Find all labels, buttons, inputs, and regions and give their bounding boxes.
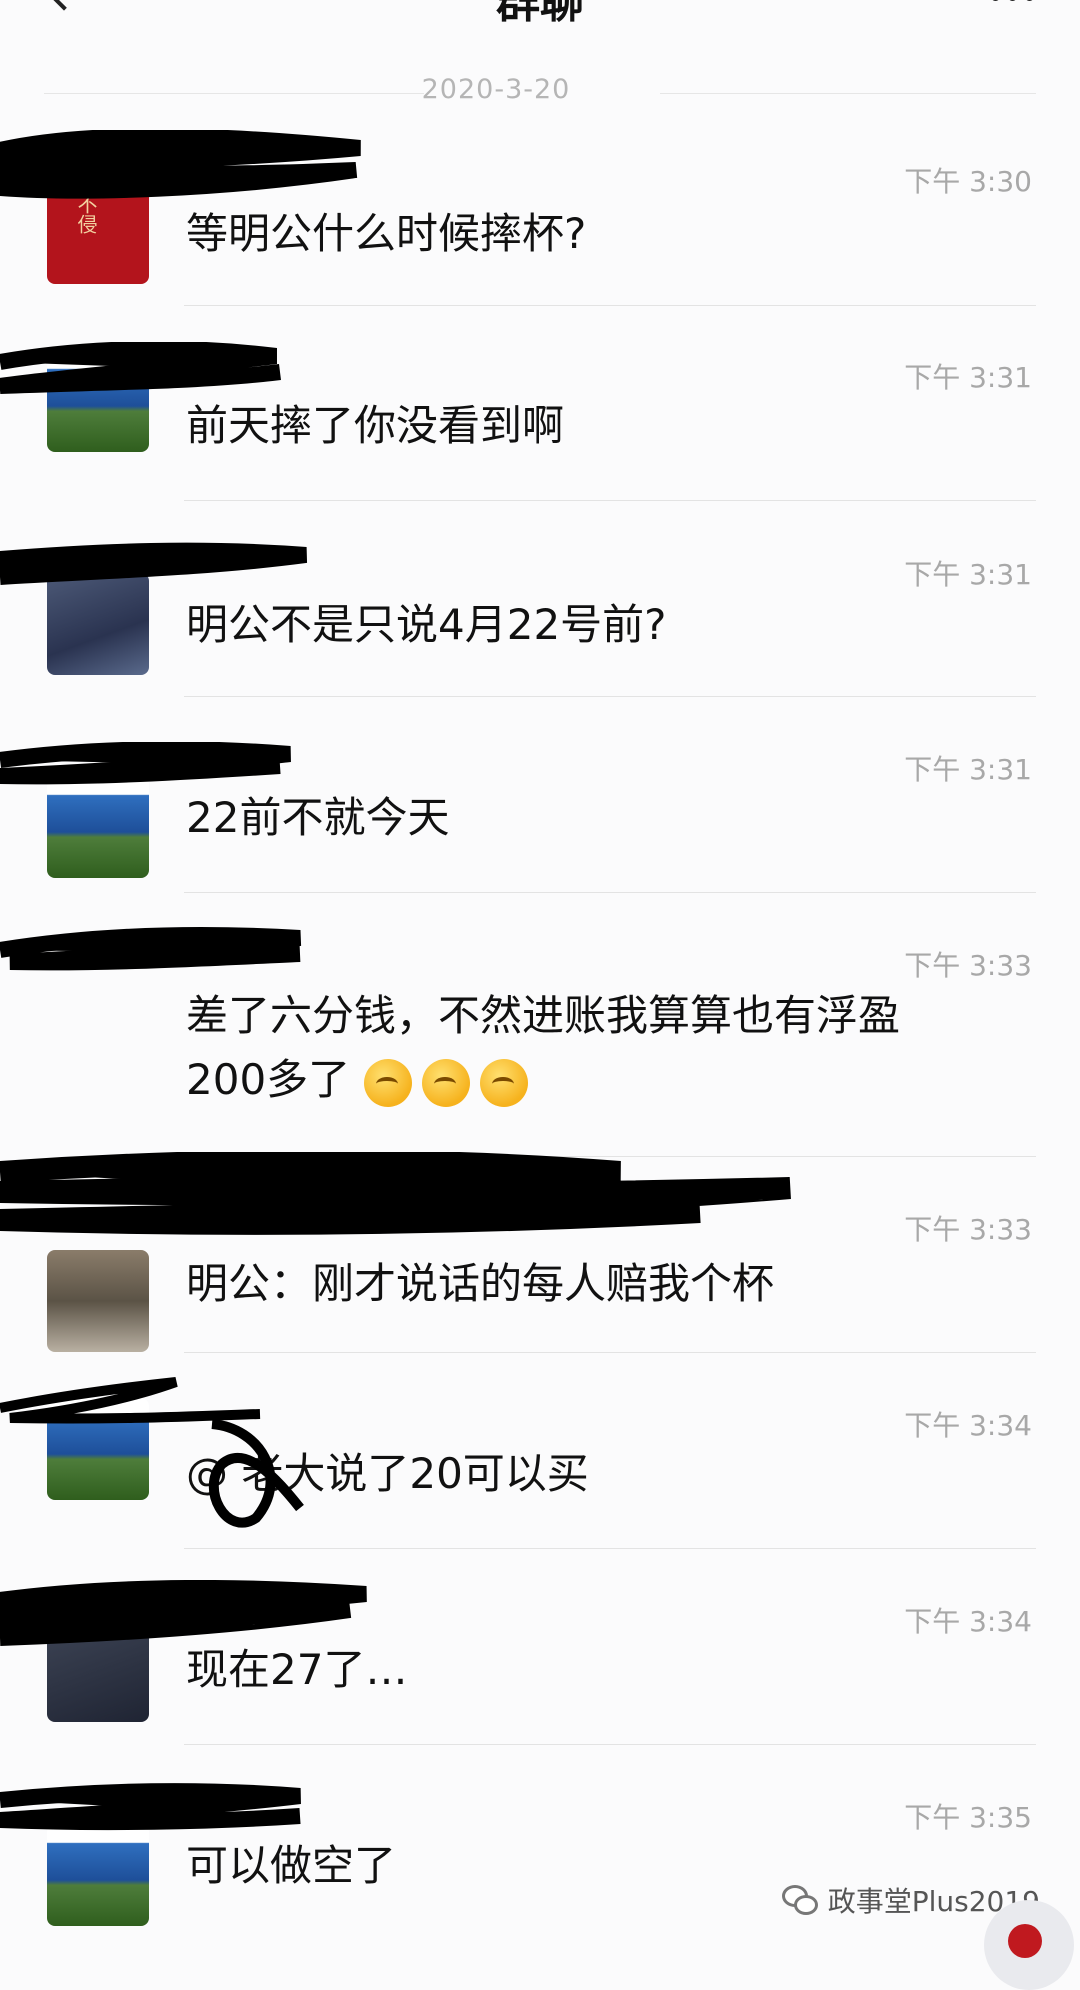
message-time: 下午 3:30 xyxy=(904,165,1032,198)
message-text: 明公不是只说4月22号前? xyxy=(186,600,667,649)
divider xyxy=(184,1548,1036,1549)
date-divider-text: 2020-3-20 xyxy=(421,74,571,105)
message-text: 差了六分钱，不然进账我算算也有浮盈 200多了 xyxy=(186,984,1016,1112)
message-time: 下午 3:31 xyxy=(904,558,1032,591)
divider xyxy=(184,892,1036,893)
message-text: 22前不就今天 xyxy=(186,793,450,842)
thinking-emoji-icon xyxy=(479,1058,528,1107)
redaction-scribble xyxy=(0,1152,791,1235)
redaction-scribble xyxy=(0,926,302,971)
more-options-icon[interactable] xyxy=(991,0,1034,1)
chat-message[interactable]: 下午 3:35 可以做空了 xyxy=(0,1776,1080,1971)
chat-message[interactable]: 下午 3:33 差了六分钱，不然进账我算算也有浮盈 200多了 xyxy=(0,924,1080,1154)
divider xyxy=(184,305,1036,306)
chat-message[interactable]: 下午 3:34 @ 老大说了20可以买 xyxy=(0,1377,1080,1579)
message-time: 下午 3:34 xyxy=(904,1605,1032,1638)
message-time: 下午 3:35 xyxy=(904,1801,1032,1834)
redaction-scribble xyxy=(0,542,308,585)
message-time: 下午 3:33 xyxy=(904,949,1032,982)
message-time: 下午 3:33 xyxy=(904,1213,1032,1246)
divider xyxy=(184,500,1036,501)
chat-message[interactable]: 下午 3:31 明公不是只说4月22号前? xyxy=(0,533,1080,728)
message-text: 等明公什么时候摔杯? xyxy=(186,209,587,258)
message-time: 下午 3:31 xyxy=(904,753,1032,786)
message-time: 下午 3:34 xyxy=(904,1409,1032,1442)
thinking-emoji-icon xyxy=(363,1058,412,1107)
message-text: 前天摔了你没看到啊 xyxy=(186,401,565,450)
floating-badge[interactable] xyxy=(984,1900,1074,1990)
redaction-scribble xyxy=(0,130,361,199)
redaction-scribble xyxy=(0,342,281,394)
thinking-emoji-icon xyxy=(421,1058,470,1107)
avatar[interactable] xyxy=(47,1250,149,1352)
divider xyxy=(184,696,1036,697)
wechat-icon xyxy=(781,1885,818,1915)
divider xyxy=(184,1744,1036,1745)
chat-message[interactable]: 下午 3:33 明公：刚才说话的每人赔我个杯 xyxy=(0,1152,1080,1383)
redaction-scribble xyxy=(0,742,291,785)
redaction-scribble xyxy=(0,1783,301,1831)
redaction-scribble xyxy=(0,1580,367,1646)
chat-message[interactable]: 下午 3:31 前天摔了你没看到啊 xyxy=(0,336,1080,531)
message-line: 200多了 xyxy=(186,1048,1016,1112)
chat-message[interactable]: 下午 3:31 22前不就今天 xyxy=(0,728,1080,923)
divider xyxy=(184,1352,1036,1353)
chat-message[interactable]: 下午 3:34 现在27了… xyxy=(0,1580,1080,1775)
chat-header: 群聊 xyxy=(0,0,1080,60)
message-time: 下午 3:31 xyxy=(904,361,1032,394)
chat-title: 群聊 xyxy=(496,0,584,28)
redaction-scribble xyxy=(0,1377,304,1528)
